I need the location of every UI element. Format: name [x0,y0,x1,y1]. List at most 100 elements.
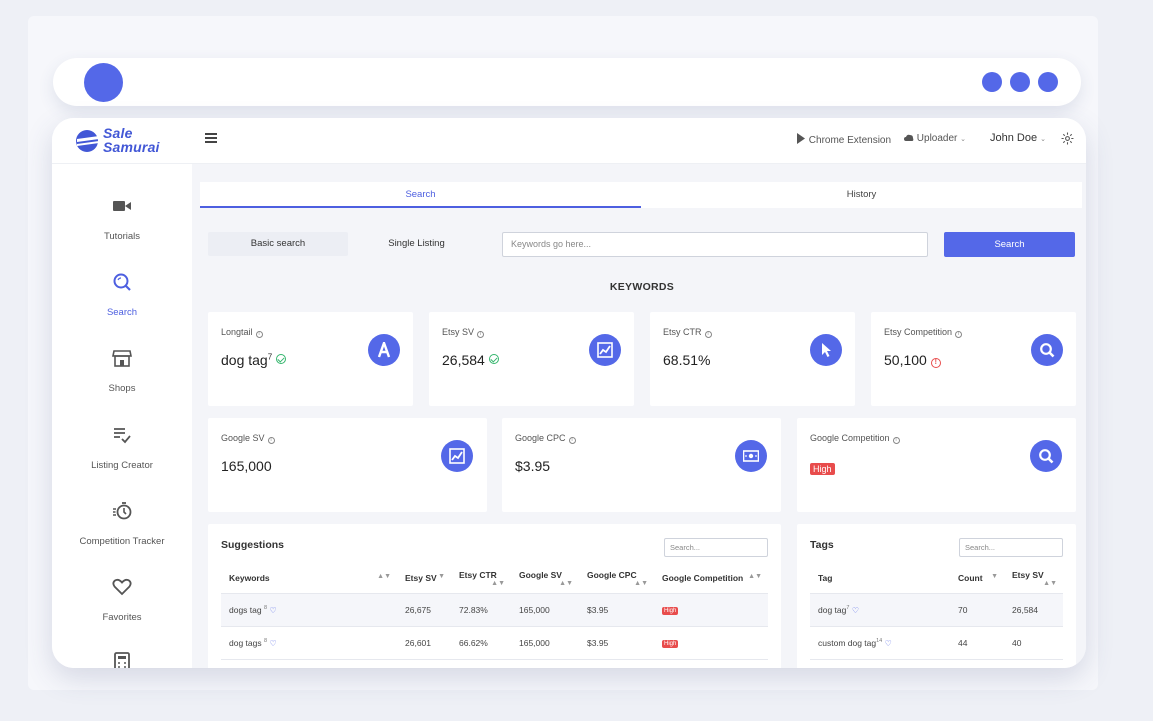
tags-title: Tags [810,539,834,551]
google-sv-cell: 165,000 [511,593,579,627]
etsy-ctr-label: Etsy CTR i [663,327,712,338]
tab-search[interactable]: Search [200,182,641,208]
tags-search-input[interactable]: Search... [959,538,1063,557]
longtail-value: dog tag7 [221,352,287,368]
column-header-tag[interactable]: Tag [810,564,950,594]
search-button[interactable]: Search [944,232,1075,257]
suggestions-title: Suggestions [221,539,285,551]
table-row[interactable]: dog tags 8 ♡ 26,601 66.62% 165,000 $3.95… [221,626,768,660]
heart-icon[interactable]: ♡ [269,639,276,648]
column-header-keywords[interactable]: Keywords ▲▼ [221,564,397,594]
tag-cell[interactable]: custom dog tag14 ♡ [810,626,950,660]
keyword-search-input[interactable]: Keywords go here... [502,232,928,257]
sidebar-item-competition-tracker[interactable]: Competition Tracker [52,501,192,549]
sidebar: Tutorials Search Shops Listing Creator C… [52,164,192,668]
info-icon[interactable]: i [955,331,963,338]
tag-cell[interactable]: dog tag7 ♡ [810,593,950,627]
keyword-cell[interactable]: dogs tag 8 ♡ [221,593,397,627]
tab-history[interactable]: History [641,182,1082,208]
table-row[interactable]: dog tag7 ♡ 70 26,584 [810,593,1063,627]
window-dot-1[interactable] [982,72,1002,92]
sidebar-item-tutorials[interactable]: Tutorials [52,196,192,244]
etsy-ctr-card: Etsy CTR i 68.51% [650,312,855,406]
trend-chart-icon [441,440,473,472]
menu-toggle-icon[interactable] [205,133,217,145]
sort-desc-icon: ▼ [991,573,998,581]
etsy-sv-cell: 26,601 [397,626,451,660]
sort-icon: ▲▼ [491,579,505,587]
browser-logo-dot [84,63,123,102]
sidebar-item-calculator[interactable] [52,652,192,668]
column-header-etsy-ctr[interactable]: Etsy CTR ▲▼ [451,564,511,594]
basic-search-button[interactable]: Basic search [208,232,348,256]
count-cell: 44 [950,626,1004,660]
etsy-ctr-cell: 66.62% [451,626,511,660]
cursor-icon [810,334,842,366]
heart-icon[interactable]: ♡ [269,606,276,615]
etsy-sv-cell: 40 [1004,626,1063,660]
column-header-google-sv[interactable]: Google SV ▲▼ [511,564,579,594]
column-header-etsy-sv[interactable]: Etsy SV ▲▼ [1004,564,1063,594]
heart-icon[interactable]: ♡ [885,639,892,648]
info-icon[interactable]: i [892,437,900,444]
google-cpc-cell: $3.95 [579,593,654,627]
sidebar-item-label: Shops [108,383,136,394]
longtail-label: Longtail i [221,327,263,338]
search-icon [1031,334,1063,366]
google-cpc-cell: $3.95 [579,626,654,660]
count-cell: 70 [950,593,1004,627]
window-dot-2[interactable] [1010,72,1030,92]
competition-cell: High [654,626,768,660]
etsy-sv-cell: 26,675 [397,593,451,627]
suggestions-panel: Suggestions Search... Keywords ▲▼ Etsy SV… [208,524,781,668]
etsy-competition-value: 50,100! [884,352,941,368]
etsy-ctr-cell: 72.83% [451,593,511,627]
stopwatch-icon [113,502,132,520]
sidebar-item-label: Listing Creator [91,460,153,471]
heart-icon[interactable]: ♡ [852,606,859,615]
status-badge: High [662,640,679,648]
info-icon[interactable]: i [255,331,263,338]
google-sv-label: Google SV i [221,433,275,444]
table-row[interactable]: custom dog tag14 ♡ 44 40 [810,626,1063,660]
top-bar: Sale Samurai Chrome Extension Uploader ⌄… [52,118,1086,164]
main-content: Search History Basic search Single Listi… [192,164,1086,668]
etsy-competition-card: Etsy Competition i 50,100! [871,312,1076,406]
info-icon[interactable]: i [267,437,275,444]
uploader-dropdown[interactable]: Uploader ⌄ [904,133,966,144]
longtail-card: Longtail i dog tag7 [208,312,413,406]
letter-a-icon [368,334,400,366]
suggestions-search-input[interactable]: Search... [664,538,768,557]
calculator-icon [114,652,130,668]
window-dot-3[interactable] [1038,72,1058,92]
column-header-etsy-sv[interactable]: Etsy SV ▼ [397,564,451,594]
tags-table: Tag Count ▼ Etsy SV ▲▼ dog tag7 ♡ 70 26,58… [810,564,1063,660]
sidebar-item-listing-creator[interactable]: Listing Creator [52,425,192,473]
brand-logo[interactable]: Sale Samurai [75,126,175,156]
info-icon[interactable]: i [704,331,712,338]
chrome-extension-link[interactable]: Chrome Extension [796,133,891,146]
column-header-count[interactable]: Count ▼ [950,564,1004,594]
sidebar-item-favorites[interactable]: Favorites [52,577,192,625]
app-window: Sale Samurai Chrome Extension Uploader ⌄… [52,118,1086,668]
column-header-google-competition[interactable]: Google Competition ▲▼ [654,564,768,594]
etsy-competition-label: Etsy Competition i [884,327,963,338]
keywords-heading: KEYWORDS [609,281,675,293]
info-icon[interactable]: i [477,331,485,338]
single-listing-button[interactable]: Single Listing [348,232,485,256]
search-icon [113,273,131,291]
google-competition-card: Google Competition i High [797,418,1076,512]
sort-icon: ▲▼ [377,573,391,581]
search-icon [1030,440,1062,472]
table-row[interactable]: dogs tag 8 ♡ 26,675 72.83% 165,000 $3.95… [221,593,768,627]
user-menu[interactable]: John Doe ⌄ [990,132,1046,144]
sidebar-item-search[interactable]: Search [52,272,192,320]
gear-icon[interactable] [1061,132,1074,145]
etsy-sv-cell: 26,584 [1004,593,1063,627]
sidebar-item-shops[interactable]: Shops [52,348,192,396]
keyword-cell[interactable]: dog tags 8 ♡ [221,626,397,660]
column-header-google-cpc[interactable]: Google CPC ▲▼ [579,564,654,594]
etsy-sv-card: Etsy SV i 26,584 [429,312,634,406]
info-icon[interactable]: i [568,437,576,444]
status-badge: High [662,607,679,615]
